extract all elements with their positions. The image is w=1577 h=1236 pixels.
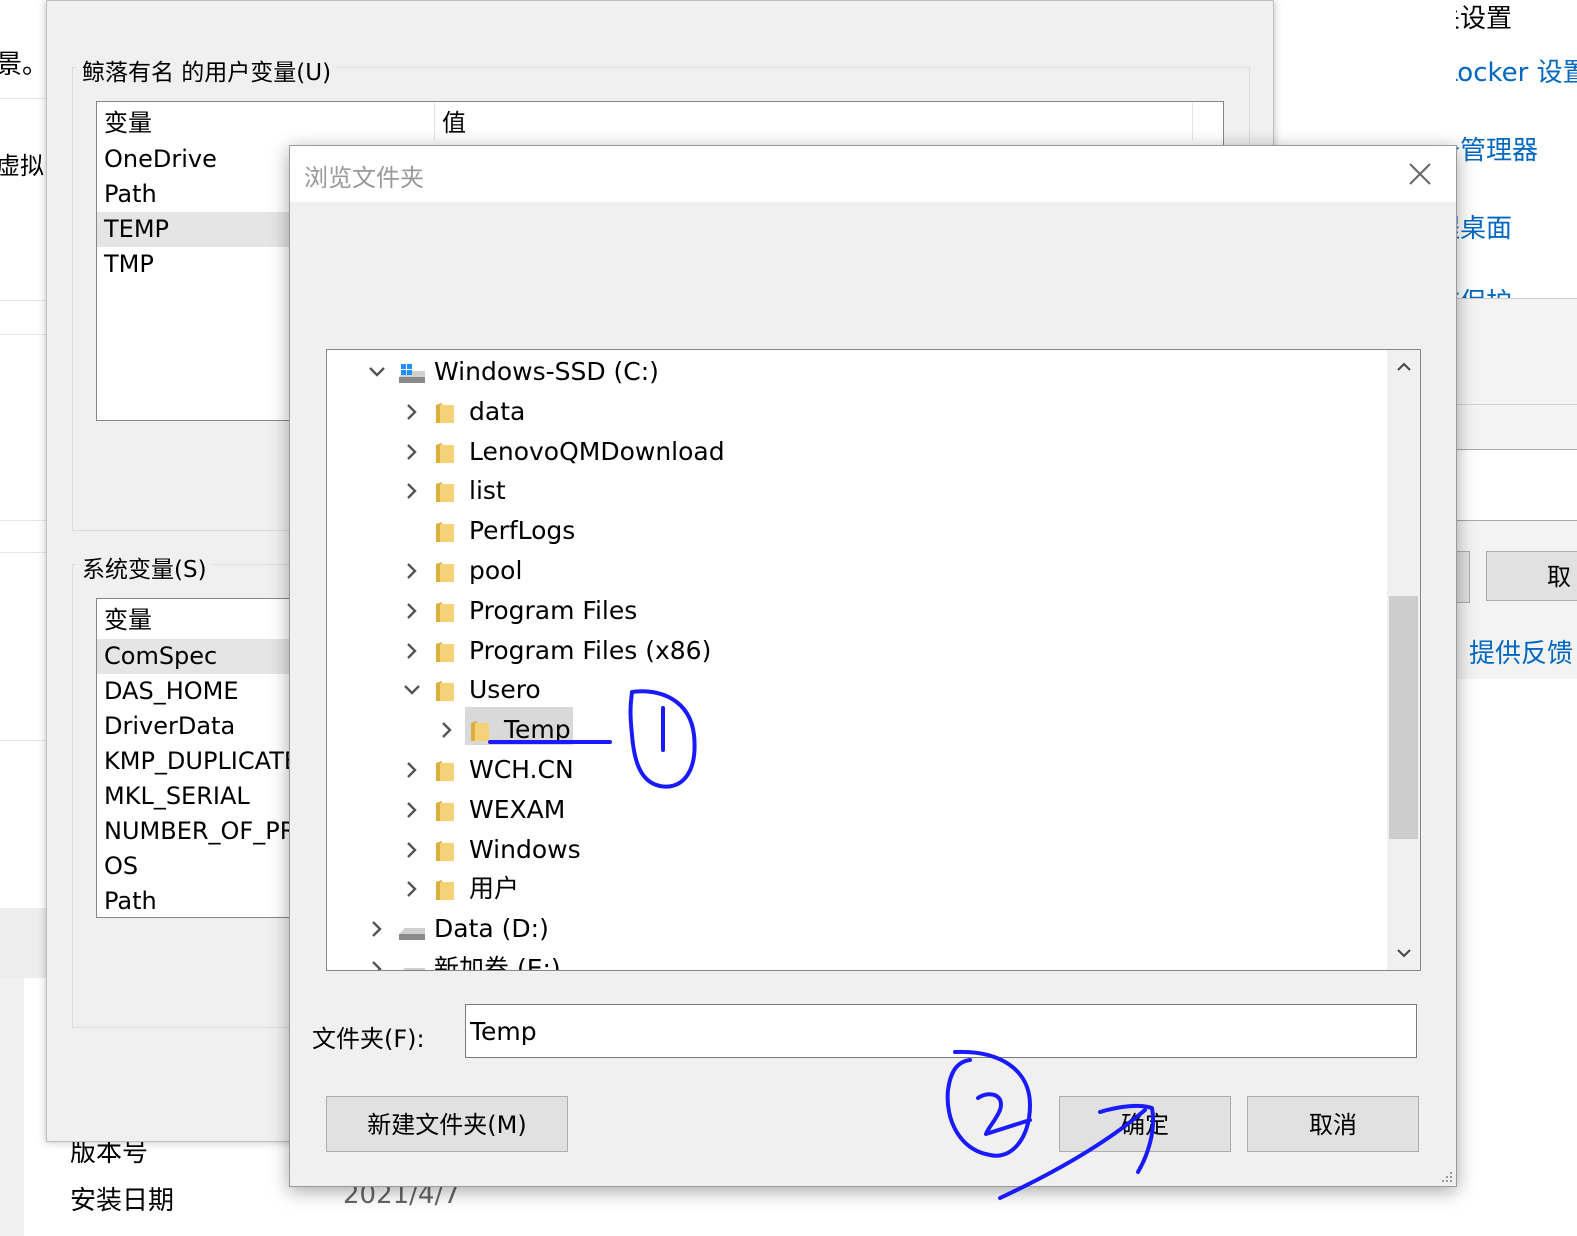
tree-item-label: Temp: [504, 715, 571, 745]
tree-item[interactable]: list: [327, 472, 1377, 510]
tree-item[interactable]: Data (D:): [327, 910, 1377, 948]
drive-icon: [399, 364, 425, 383]
scroll-up-icon[interactable]: [1395, 360, 1413, 374]
chevron-right-icon[interactable]: [402, 402, 422, 422]
tree-item[interactable]: Program Files: [327, 592, 1377, 630]
user-col-value[interactable]: 值: [435, 102, 1193, 140]
tree-item[interactable]: Usero: [327, 671, 1377, 709]
system-variables-label: 系统变量(S): [76, 550, 213, 584]
folder-icon: [436, 761, 454, 781]
folder-icon: [436, 402, 454, 423]
tree-item[interactable]: 新加卷 (E:): [327, 950, 1377, 971]
tree-item[interactable]: data: [327, 393, 1377, 431]
title-bar: 浏览文件夹: [290, 146, 1456, 202]
tree-item[interactable]: Windows: [327, 831, 1377, 869]
tree-item-label: data: [469, 396, 526, 426]
background-dialog-edge: 取: [1456, 298, 1577, 679]
chevron-right-icon[interactable]: [402, 561, 422, 581]
tree-item[interactable]: 用户: [327, 870, 1377, 908]
chevron-right-icon[interactable]: [402, 481, 422, 501]
background-ok-fragment[interactable]: [1456, 551, 1470, 603]
tree-item[interactable]: pool: [327, 552, 1377, 590]
tree-item[interactable]: WEXAM: [327, 791, 1377, 829]
tree-item-label: WCH.CN: [469, 755, 574, 784]
tree-item-label: PerfLogs: [469, 516, 576, 546]
tree-item-label: Windows: [469, 834, 581, 864]
tree-item[interactable]: PerfLogs: [327, 512, 1377, 550]
close-icon: [1409, 163, 1431, 185]
folder-icon: [436, 522, 454, 543]
chevron-right-icon[interactable]: [402, 641, 422, 661]
background-cancel-button[interactable]: 取: [1486, 551, 1577, 601]
chevron-right-icon[interactable]: [402, 601, 422, 621]
left-gray-panel-2: [0, 978, 24, 1236]
drive-icon: [403, 968, 425, 970]
folder-icon: [436, 562, 454, 582]
folder-icon: [436, 601, 454, 622]
left-fragment-top: 景。: [0, 50, 49, 80]
folder-label: 文件夹(F):: [312, 1025, 425, 1053]
folder-icon: [436, 641, 454, 662]
dialog-title: 浏览文件夹: [304, 164, 424, 192]
chevron-right-icon[interactable]: [402, 760, 422, 780]
tree-item[interactable]: Program Files (x86): [327, 632, 1377, 670]
user-col-variable[interactable]: 变量: [97, 102, 435, 140]
tree-item-label: Windows-SSD (C:): [434, 357, 659, 386]
device-manager-link[interactable]: 设备管理器: [1456, 130, 1538, 167]
tree-item-label: list: [469, 476, 506, 506]
chevron-right-icon[interactable]: [402, 442, 422, 462]
tree-item-label: Program Files (x86): [469, 635, 712, 665]
left-gray-panel: [0, 908, 46, 978]
folder-icon: [436, 840, 454, 861]
tree-item-label: 新加卷 (E:): [434, 954, 561, 971]
folder-icon: [471, 721, 489, 742]
folder-icon: [436, 681, 454, 702]
close-button[interactable]: [1402, 156, 1438, 192]
left-fragment-mid: 虚拟: [0, 152, 44, 180]
chevron-right-icon[interactable]: [402, 879, 422, 899]
folder-name-input[interactable]: [465, 1004, 1417, 1058]
folder-tree[interactable]: Windows-SSD (C:) data LenovoQMDownload list…: [326, 349, 1421, 971]
folder-icon: [436, 442, 454, 463]
tree-item-label: Data (D:): [434, 914, 549, 944]
tree-item[interactable]: Windows-SSD (C:): [327, 353, 1377, 391]
tree-item-label: 用户: [469, 874, 520, 904]
scroll-thumb[interactable]: [1389, 596, 1418, 839]
folder-icon: [436, 482, 454, 503]
tree-item-label: WEXAM: [469, 794, 566, 824]
install-date-label: 安装日期: [70, 1186, 175, 1216]
chevron-down-icon[interactable]: [402, 680, 422, 700]
browse-folder-dialog: 浏览文件夹 Windows-SSD (C:) data LenovoQMDownlo…: [289, 145, 1457, 1187]
new-folder-button[interactable]: 新建文件夹(M): [326, 1096, 568, 1152]
resize-grip-icon[interactable]: [1439, 1169, 1453, 1183]
tree-item-label: LenovoQMDownload: [469, 436, 725, 466]
chevron-right-icon[interactable]: [402, 840, 422, 860]
tree-item[interactable]: Temp: [327, 711, 1377, 749]
chevron-right-icon[interactable]: [437, 720, 457, 740]
chevron-down-icon[interactable]: [367, 362, 387, 382]
tree-item[interactable]: WCH.CN: [327, 751, 1377, 789]
related-settings-heading: 相关设置: [1456, 4, 1513, 34]
bitlocker-link[interactable]: BitLocker 设置: [1456, 52, 1577, 89]
feedback-link[interactable]: 提供反馈: [1469, 633, 1573, 670]
drive-icon: [399, 928, 425, 941]
tree-item-label: Usero: [469, 675, 541, 705]
tree-item[interactable]: LenovoQMDownload: [327, 433, 1377, 471]
tree-item-label: Program Files: [469, 595, 638, 625]
chevron-right-icon[interactable]: [367, 959, 387, 971]
ok-button[interactable]: 确定: [1059, 1096, 1231, 1152]
tree-item-label: pool: [469, 556, 523, 585]
user-variables-label: 鲸落有名 的用户变量(U): [76, 53, 338, 87]
chevron-right-icon[interactable]: [367, 919, 387, 939]
chevron-right-icon[interactable]: [402, 800, 422, 820]
cancel-button[interactable]: 取消: [1247, 1096, 1419, 1152]
tree-vertical-scrollbar[interactable]: [1387, 350, 1420, 970]
remote-desktop-link[interactable]: 远程桌面: [1456, 208, 1512, 245]
scroll-down-icon[interactable]: [1395, 946, 1413, 960]
folder-icon: [436, 880, 454, 901]
folder-icon: [436, 800, 454, 821]
